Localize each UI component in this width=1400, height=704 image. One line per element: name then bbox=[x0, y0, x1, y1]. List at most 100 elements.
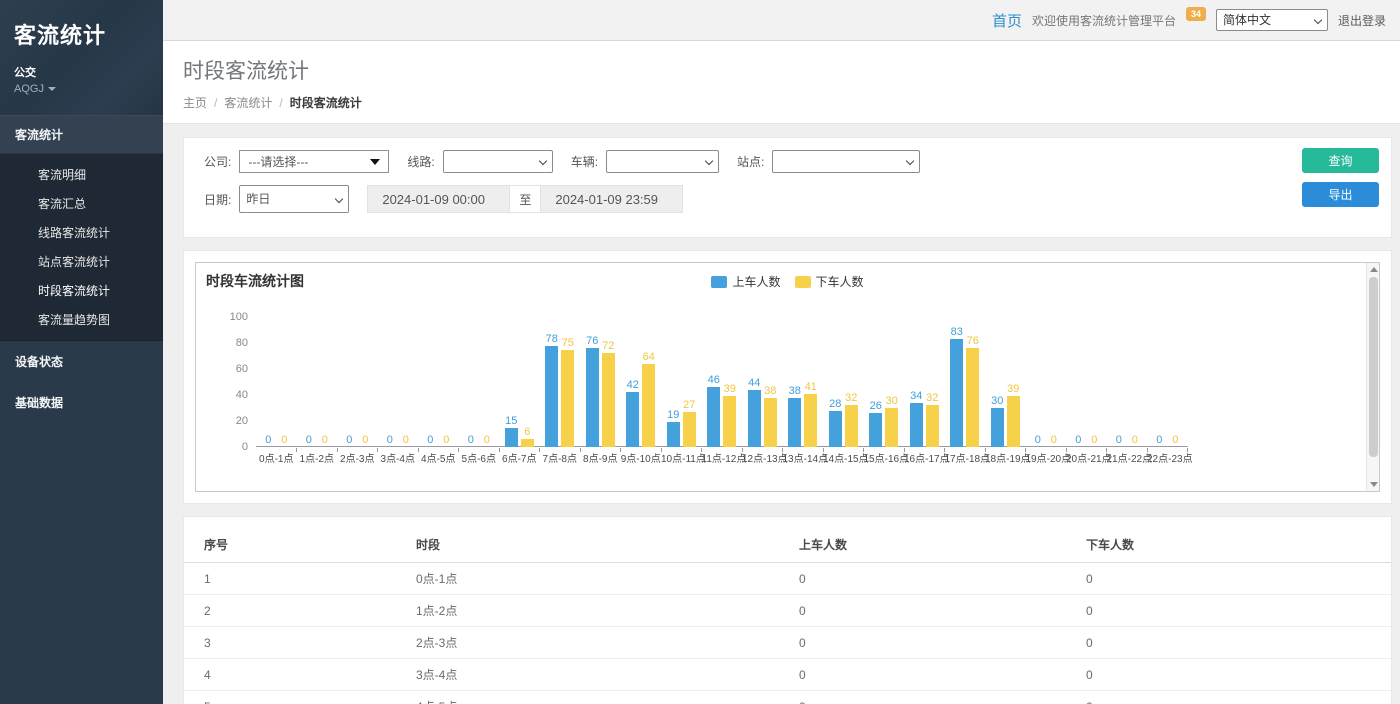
legend-item[interactable]: 上车人数 bbox=[711, 273, 780, 290]
bar[interactable] bbox=[707, 387, 720, 447]
bar-column: 0 bbox=[480, 317, 493, 447]
company-select[interactable]: ---请选择--- bbox=[239, 150, 389, 173]
x-axis-tick-label: 8点-9点 bbox=[580, 450, 621, 465]
bar-value-label: 41 bbox=[805, 382, 817, 393]
bar[interactable] bbox=[910, 403, 923, 447]
station-select-wrap bbox=[772, 150, 920, 173]
bar[interactable] bbox=[561, 350, 574, 448]
sidebar-item[interactable]: 客流明细 bbox=[0, 160, 163, 189]
bar[interactable] bbox=[602, 353, 615, 447]
bar[interactable] bbox=[586, 348, 599, 447]
bar[interactable] bbox=[845, 405, 858, 447]
bar[interactable] bbox=[521, 439, 534, 447]
table-row[interactable]: 43点-4点00 bbox=[184, 659, 1391, 691]
bar[interactable] bbox=[667, 422, 680, 447]
language-select[interactable]: 简体中文 bbox=[1216, 9, 1328, 31]
sidebar-item[interactable]: 线路客流统计 bbox=[0, 218, 163, 247]
bar[interactable] bbox=[1007, 396, 1020, 447]
bar[interactable] bbox=[748, 390, 761, 447]
table-row[interactable]: 21点-2点00 bbox=[184, 595, 1391, 627]
export-button[interactable]: 导出 bbox=[1302, 182, 1379, 207]
query-button[interactable]: 查询 bbox=[1302, 148, 1379, 173]
scroll-down-icon[interactable] bbox=[1370, 482, 1378, 487]
x-axis-tick-label: 17点-18点 bbox=[945, 450, 986, 465]
chart-category-group: 00 bbox=[378, 317, 419, 447]
bar[interactable] bbox=[926, 405, 939, 447]
bar-column: 75 bbox=[561, 317, 574, 447]
bar[interactable] bbox=[829, 411, 842, 447]
filter-panel: 公司: ---请选择--- 线路: 车辆: 站点: bbox=[183, 137, 1392, 238]
scroll-up-icon[interactable] bbox=[1370, 267, 1378, 272]
breadcrumb-separator: / bbox=[279, 96, 282, 110]
bar[interactable] bbox=[683, 412, 696, 447]
bar[interactable] bbox=[545, 346, 558, 447]
sidebar-section[interactable]: 设备状态 bbox=[0, 341, 163, 382]
bar-column: 0 bbox=[440, 317, 453, 447]
page-header: 时段客流统计 主页 / 客流统计 / 时段客流统计 bbox=[163, 41, 1400, 124]
bar-value-label: 0 bbox=[306, 435, 312, 446]
page-title: 时段客流统计 bbox=[183, 55, 1380, 85]
table-row[interactable]: 54点-5点00 bbox=[184, 691, 1391, 704]
table-column-header: 上车人数 bbox=[799, 527, 1086, 563]
x-axis-tick-label: 18点-19点 bbox=[985, 450, 1026, 465]
bar[interactable] bbox=[764, 398, 777, 447]
table-header-row: 序号时段上车人数下车人数 bbox=[184, 527, 1391, 563]
bar[interactable] bbox=[869, 413, 882, 447]
notification-badge[interactable]: 34 bbox=[1186, 7, 1206, 21]
sidebar-item[interactable]: 时段客流统计 bbox=[0, 276, 163, 305]
bar-column: 39 bbox=[723, 317, 736, 447]
sidebar-item[interactable]: 站点客流统计 bbox=[0, 247, 163, 276]
bar[interactable] bbox=[950, 339, 963, 447]
bar[interactable] bbox=[966, 348, 979, 447]
line-select[interactable] bbox=[443, 150, 553, 173]
bar[interactable] bbox=[723, 396, 736, 447]
logout-link[interactable]: 退出登录 bbox=[1338, 12, 1386, 29]
breadcrumb: 主页 / 客流统计 / 时段客流统计 bbox=[183, 94, 1380, 111]
home-link[interactable]: 首页 bbox=[992, 10, 1022, 31]
y-axis-tick-label: 60 bbox=[210, 363, 248, 375]
y-axis-tick-label: 100 bbox=[210, 311, 248, 323]
bar-column: 46 bbox=[707, 317, 720, 447]
table-cell: 0 bbox=[799, 563, 1086, 595]
bar[interactable] bbox=[626, 392, 639, 447]
bar-value-label: 28 bbox=[829, 399, 841, 410]
bar-column: 0 bbox=[359, 317, 372, 447]
breadcrumb-section[interactable]: 客流统计 bbox=[224, 94, 272, 111]
table-row[interactable]: 10点-1点00 bbox=[184, 563, 1391, 595]
bar-column: 30 bbox=[885, 317, 898, 447]
legend-item[interactable]: 下车人数 bbox=[795, 273, 864, 290]
y-axis-tick-label: 40 bbox=[210, 389, 248, 401]
date-end-input[interactable]: 2024-01-09 23:59 bbox=[540, 185, 683, 213]
bar-value-label: 42 bbox=[627, 380, 639, 391]
table-row[interactable]: 32点-3点00 bbox=[184, 627, 1391, 659]
sidebar-section[interactable]: 基础数据 bbox=[0, 382, 163, 423]
chart-category-group: 3841 bbox=[783, 317, 824, 447]
breadcrumb-home[interactable]: 主页 bbox=[183, 94, 207, 111]
bar-value-label: 0 bbox=[1075, 435, 1081, 446]
bar[interactable] bbox=[804, 394, 817, 447]
sidebar-section[interactable]: 客流统计 bbox=[0, 115, 163, 154]
bar[interactable] bbox=[505, 428, 518, 448]
bar[interactable] bbox=[991, 408, 1004, 447]
bar-column: 78 bbox=[545, 317, 558, 447]
bar-column: 64 bbox=[642, 317, 655, 447]
scrollbar-thumb[interactable] bbox=[1369, 277, 1378, 457]
chart-scrollbar[interactable] bbox=[1366, 263, 1379, 491]
vehicle-select[interactable] bbox=[606, 150, 719, 173]
bar[interactable] bbox=[642, 364, 655, 447]
sidebar-item[interactable]: 客流量趋势图 bbox=[0, 305, 163, 334]
station-select[interactable] bbox=[772, 150, 920, 173]
chart-category-group: 3039 bbox=[985, 317, 1026, 447]
user-menu[interactable]: AQGJ bbox=[14, 83, 149, 95]
date-preset-select[interactable]: 昨日 bbox=[239, 185, 349, 213]
date-start-input[interactable]: 2024-01-09 00:00 bbox=[367, 185, 510, 213]
table-cell: 0 bbox=[1086, 595, 1391, 627]
bar-value-label: 0 bbox=[427, 435, 433, 446]
sidebar-item[interactable]: 客流汇总 bbox=[0, 189, 163, 218]
bar-value-label: 0 bbox=[387, 435, 393, 446]
chart-plot-area: 0204060801000000000000001567875767242641… bbox=[256, 317, 1188, 465]
bar[interactable] bbox=[788, 398, 801, 447]
chart-category-group: 00 bbox=[256, 317, 297, 447]
content-area: 公司: ---请选择--- 线路: 车辆: 站点: bbox=[163, 124, 1400, 704]
bar[interactable] bbox=[885, 408, 898, 447]
